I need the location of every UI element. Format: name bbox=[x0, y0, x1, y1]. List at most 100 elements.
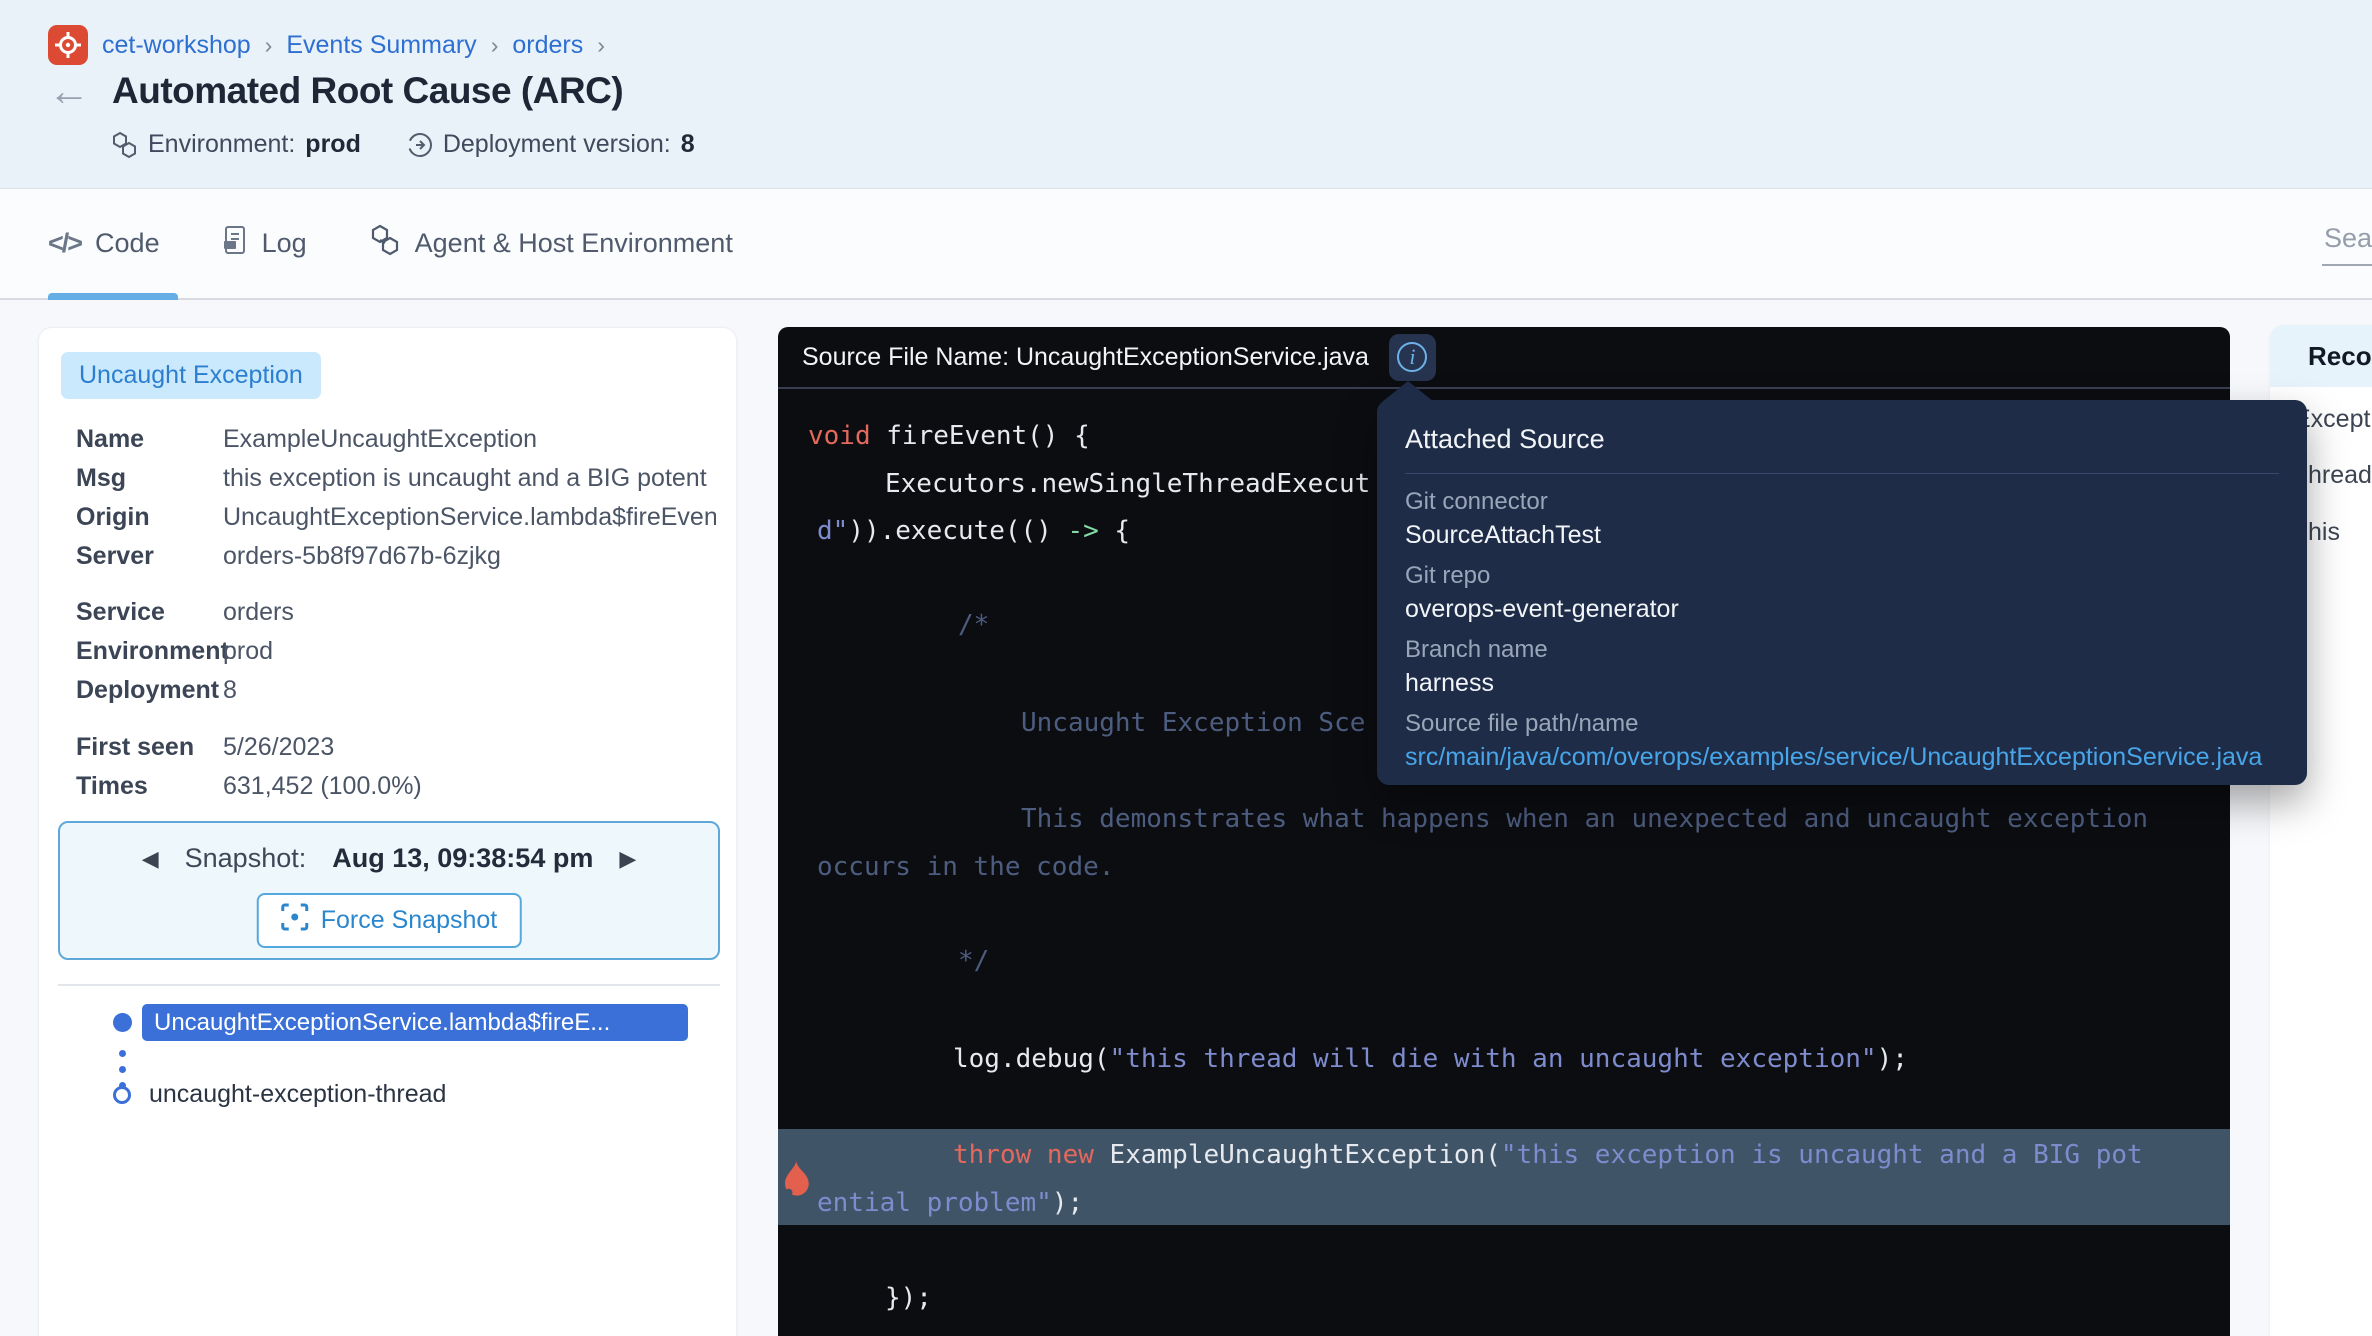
code-line: Uncaught Exception Sce bbox=[1021, 707, 1365, 739]
deployment-label: Deployment bbox=[76, 675, 223, 705]
attached-source-tooltip: Attached Source Git connector SourceAtta… bbox=[1377, 400, 2307, 785]
code-line: void fireEvent() { bbox=[808, 420, 1090, 452]
snapshot-value: Aug 13, 09:38:54 pm bbox=[332, 843, 593, 874]
service-value: orders bbox=[223, 597, 716, 627]
tab-log-label: Log bbox=[262, 228, 307, 259]
info-icon[interactable]: i bbox=[1389, 334, 1436, 381]
event-type-badge: Uncaught Exception bbox=[61, 352, 321, 399]
code-line: Executors.newSingleThreadExecut bbox=[885, 468, 1370, 500]
stack-selected-frame[interactable]: UncaughtExceptionService.lambda$fireE... bbox=[142, 1004, 688, 1041]
tab-code[interactable]: </> Code bbox=[48, 189, 160, 298]
meta-row: Environment: prod Deployment version: 8 bbox=[112, 130, 695, 159]
tab-log[interactable]: Log bbox=[222, 189, 307, 298]
breadcrumb-separator: › bbox=[265, 32, 273, 59]
server-value: orders-5b8f97d67b-6zjkg bbox=[223, 541, 716, 571]
deployment-label: Deployment version: bbox=[443, 130, 671, 159]
stack-connector-dot bbox=[119, 1066, 126, 1073]
service-label: Service bbox=[76, 597, 223, 627]
msg-value: this exception is uncaught and a BIG pot… bbox=[223, 463, 716, 493]
times-row: Times631,452 (100.0%) bbox=[76, 771, 716, 801]
tab-agent-host-environment[interactable]: Agent & Host Environment bbox=[369, 189, 733, 298]
title-row: ← Automated Root Cause (ARC) bbox=[48, 70, 623, 112]
flame-icon bbox=[780, 1157, 810, 1208]
back-arrow-icon[interactable]: ← bbox=[48, 70, 90, 112]
origin-value: UncaughtExceptionService.lambda$fireEven bbox=[223, 502, 716, 532]
git-repo-value: overops-event-generator bbox=[1405, 595, 2279, 624]
origin-label: Origin bbox=[76, 502, 223, 532]
source-file-path-label: Source file path/name bbox=[1405, 710, 2279, 738]
breadcrumb-link-events-summary[interactable]: Events Summary bbox=[286, 31, 476, 60]
breadcrumb-link-orders[interactable]: orders bbox=[512, 31, 583, 60]
tooltip-divider bbox=[1405, 473, 2279, 474]
force-snapshot-button[interactable]: Force Snapshot bbox=[257, 893, 522, 948]
snapshot-next-button[interactable]: ▶ bbox=[619, 846, 636, 872]
code-line: /* bbox=[958, 609, 989, 641]
snapshot-prev-button[interactable]: ◀ bbox=[142, 846, 159, 872]
name-value: ExampleUncaughtException bbox=[223, 424, 716, 454]
breadcrumb-link-app[interactable]: cet-workshop bbox=[102, 31, 251, 60]
breadcrumb: cet-workshop › Events Summary › orders › bbox=[48, 25, 605, 65]
right-panel-header-label: Recor bbox=[2308, 341, 2372, 372]
snapshot-label: Snapshot: bbox=[185, 843, 307, 874]
tab-agent-label: Agent & Host Environment bbox=[415, 228, 733, 259]
branch-name-value: harness bbox=[1405, 669, 2279, 698]
code-line: d")).execute(() -> { bbox=[817, 515, 1130, 547]
code-line: */ bbox=[958, 945, 989, 977]
deployment-row: Deployment8 bbox=[76, 675, 716, 705]
tooltip-arrow bbox=[1382, 381, 1434, 402]
server-label: Server bbox=[76, 541, 223, 571]
stack-node-circle bbox=[113, 1086, 131, 1104]
cet-logo-icon bbox=[48, 25, 88, 65]
git-connector-value: SourceAttachTest bbox=[1405, 521, 2279, 550]
snapshot-panel: ◀ Snapshot: Aug 13, 09:38:54 pm ▶ Force … bbox=[58, 821, 720, 960]
page-title: Automated Root Cause (ARC) bbox=[112, 70, 623, 112]
right-panel-item[interactable]: his bbox=[2308, 518, 2340, 547]
deployment-value: 8 bbox=[223, 675, 716, 705]
service-row: Serviceorders bbox=[76, 597, 716, 627]
active-tab-underline bbox=[48, 293, 178, 300]
source-file-path-link[interactable]: src/main/java/com/overops/examples/servi… bbox=[1405, 743, 2279, 772]
first-seen-row: First seen5/26/2023 bbox=[76, 732, 716, 762]
code-line-highlighted: throw new ExampleUncaughtException("this… bbox=[953, 1139, 2143, 1171]
tab-bar: </> Code Log Agent & Host Environment bbox=[0, 189, 2372, 300]
server-row: Serverorders-5b8f97d67b-6zjkg bbox=[76, 541, 716, 571]
environment-label: Environment: bbox=[148, 130, 295, 159]
deployment-value: 8 bbox=[681, 130, 695, 159]
name-row: NameExampleUncaughtException bbox=[76, 424, 716, 454]
environment-value: prod bbox=[305, 130, 361, 159]
deployment-version-icon bbox=[407, 132, 433, 158]
code-line: occurs in the code. bbox=[817, 851, 1114, 883]
source-file-title: Source File Name: UncaughtExceptionServi… bbox=[802, 343, 1369, 372]
hexagon-environment-icon bbox=[112, 131, 138, 159]
environment-label: Environment bbox=[76, 636, 223, 666]
git-connector-label: Git connector bbox=[1405, 488, 2279, 516]
times-label: Times bbox=[76, 771, 223, 801]
first-seen-label: First seen bbox=[76, 732, 223, 762]
branch-name-label: Branch name bbox=[1405, 636, 2279, 664]
right-panel-header: Recor bbox=[2270, 325, 2372, 387]
agent-hexagons-icon bbox=[369, 223, 401, 264]
stack-thread-label[interactable]: uncaught-exception-thread bbox=[149, 1080, 446, 1109]
force-snapshot-label: Force Snapshot bbox=[321, 906, 498, 935]
code-icon: </> bbox=[48, 228, 81, 259]
code-line-highlighted: ential problem"); bbox=[817, 1187, 1083, 1219]
code-line: log.debug("this thread will die with an … bbox=[953, 1043, 1908, 1075]
environment-row: Environmentprod bbox=[76, 636, 716, 666]
first-seen-value: 5/26/2023 bbox=[223, 732, 716, 762]
log-icon bbox=[222, 225, 248, 262]
stack-connector-dot bbox=[119, 1050, 126, 1057]
tooltip-title: Attached Source bbox=[1405, 424, 2279, 455]
top-header: cet-workshop › Events Summary › orders ›… bbox=[0, 0, 2372, 189]
origin-row: OriginUncaughtExceptionService.lambda$fi… bbox=[76, 502, 716, 532]
msg-row: Msgthis exception is uncaught and a BIG … bbox=[76, 463, 716, 493]
name-label: Name bbox=[76, 424, 223, 454]
code-line: This demonstrates what happens when an u… bbox=[1021, 803, 2148, 835]
divider bbox=[58, 984, 720, 986]
snapshot-capture-icon bbox=[281, 903, 309, 938]
tab-code-label: Code bbox=[95, 228, 160, 259]
breadcrumb-separator: › bbox=[491, 32, 499, 59]
msg-label: Msg bbox=[76, 463, 223, 493]
code-line: }); bbox=[885, 1282, 932, 1314]
search-input[interactable] bbox=[2322, 219, 2372, 266]
right-panel-item[interactable]: hread- bbox=[2308, 461, 2372, 490]
